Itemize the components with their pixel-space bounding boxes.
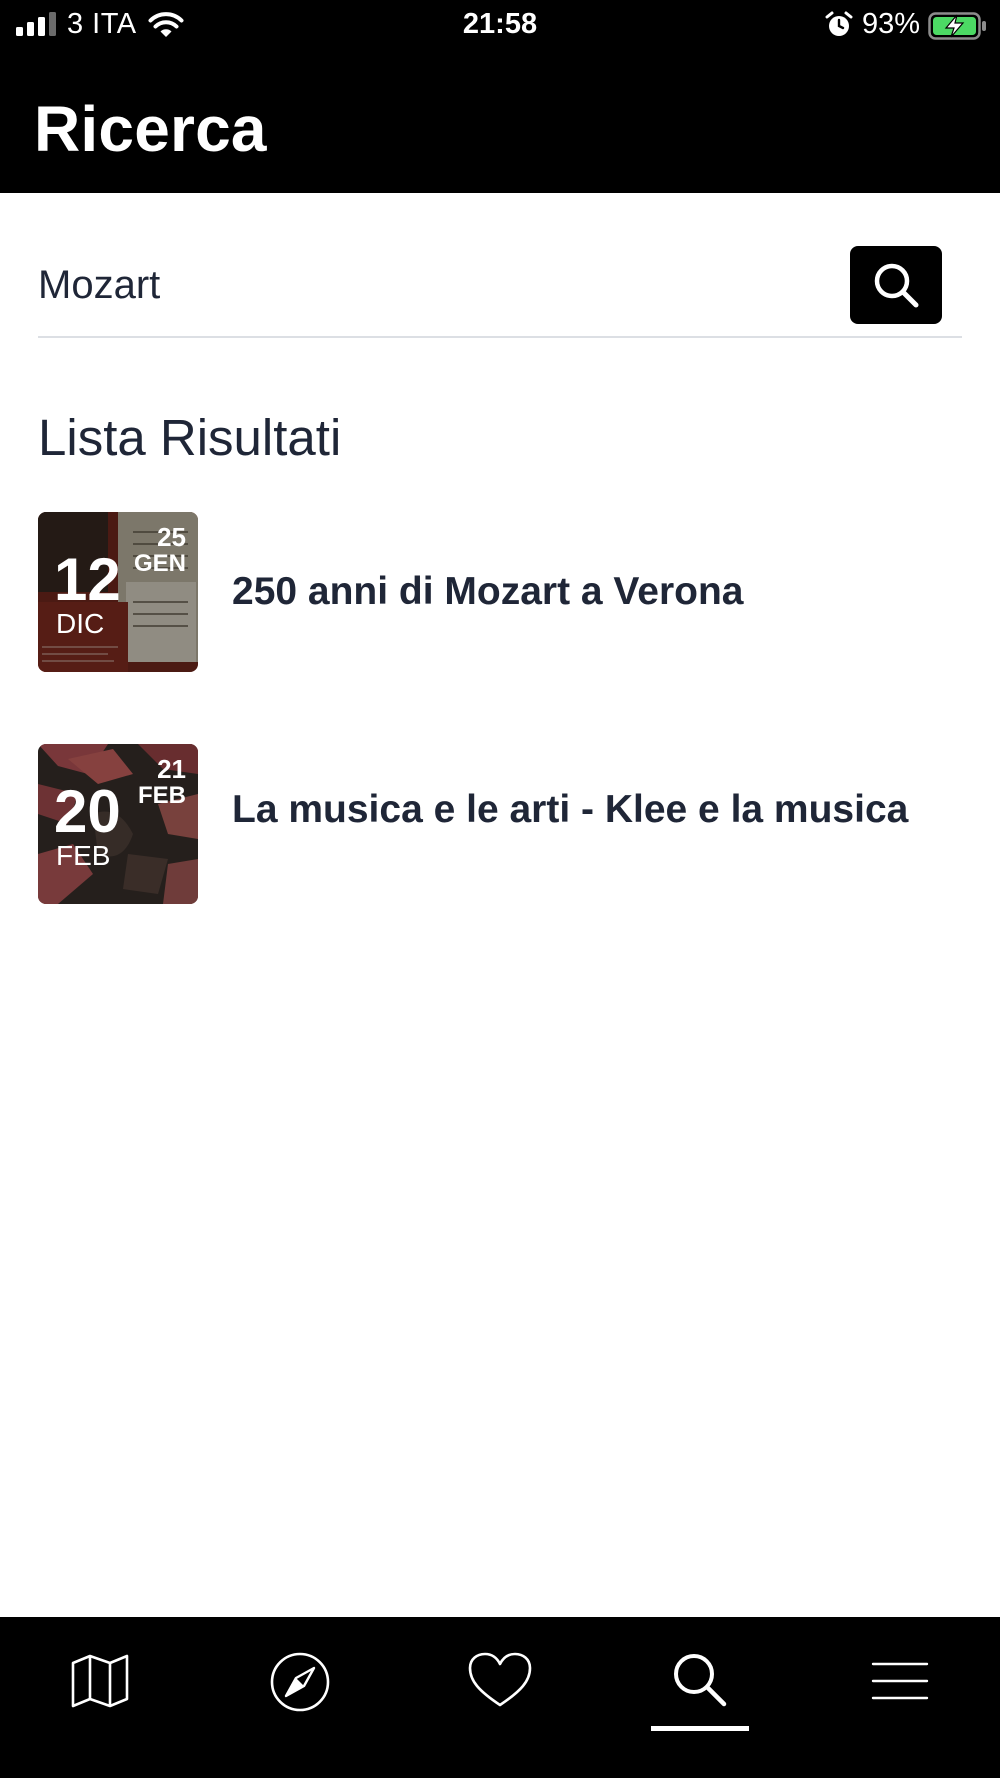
active-tab-indicator	[651, 1726, 749, 1731]
battery-percentage: 93%	[862, 8, 921, 40]
map-icon	[71, 1654, 129, 1708]
search-bar	[38, 240, 962, 338]
compass-icon	[270, 1652, 330, 1712]
menu-icon	[871, 1662, 929, 1700]
result-item[interactable]: 21 FEB 20 FEB La musica e le arti - Klee…	[38, 744, 962, 904]
start-month: FEB	[56, 840, 111, 871]
search-icon	[674, 1654, 727, 1707]
alarm-icon	[825, 11, 853, 36]
start-month: DIC	[56, 608, 105, 639]
start-day: 12	[54, 546, 121, 613]
heart-icon	[468, 1652, 532, 1707]
result-title[interactable]: La musica e le arti - Klee e la musica	[232, 786, 932, 834]
end-day: 25	[157, 522, 186, 552]
result-item[interactable]: 25 GEN 12 DIC 250 anni di Mozart a Veron…	[38, 512, 962, 672]
status-bar: 3 ITA 21:58 93%	[0, 0, 1000, 54]
event-thumbnail: 25 GEN 12 DIC	[38, 512, 198, 672]
search-input[interactable]	[38, 240, 838, 330]
search-screen: 3 ITA 21:58 93% Ricerca Mozart Lista Ris…	[0, 0, 1000, 1778]
tab-search[interactable]	[600, 1617, 800, 1778]
search-icon	[874, 263, 919, 308]
end-month: GEN	[133, 550, 186, 577]
result-title[interactable]: 250 anni di Mozart a Verona	[232, 568, 932, 616]
end-day: 21	[157, 754, 186, 784]
tab-map[interactable]	[0, 1617, 200, 1778]
page-title: Ricerca	[34, 93, 267, 165]
tab-menu[interactable]	[800, 1617, 1000, 1778]
results-heading: Lista Risultati	[38, 409, 342, 466]
tab-favorites[interactable]	[400, 1617, 600, 1778]
end-month: FEB	[138, 782, 186, 809]
start-day: 20	[54, 778, 121, 845]
bottom-tab-bar	[0, 1617, 1000, 1778]
top-bar: 3 ITA 21:58 93% Ricerca	[0, 0, 1000, 193]
tab-explore[interactable]	[200, 1617, 400, 1778]
battery-charging-icon	[928, 12, 986, 40]
event-thumbnail: 21 FEB 20 FEB	[38, 744, 198, 904]
search-button[interactable]	[850, 246, 942, 324]
